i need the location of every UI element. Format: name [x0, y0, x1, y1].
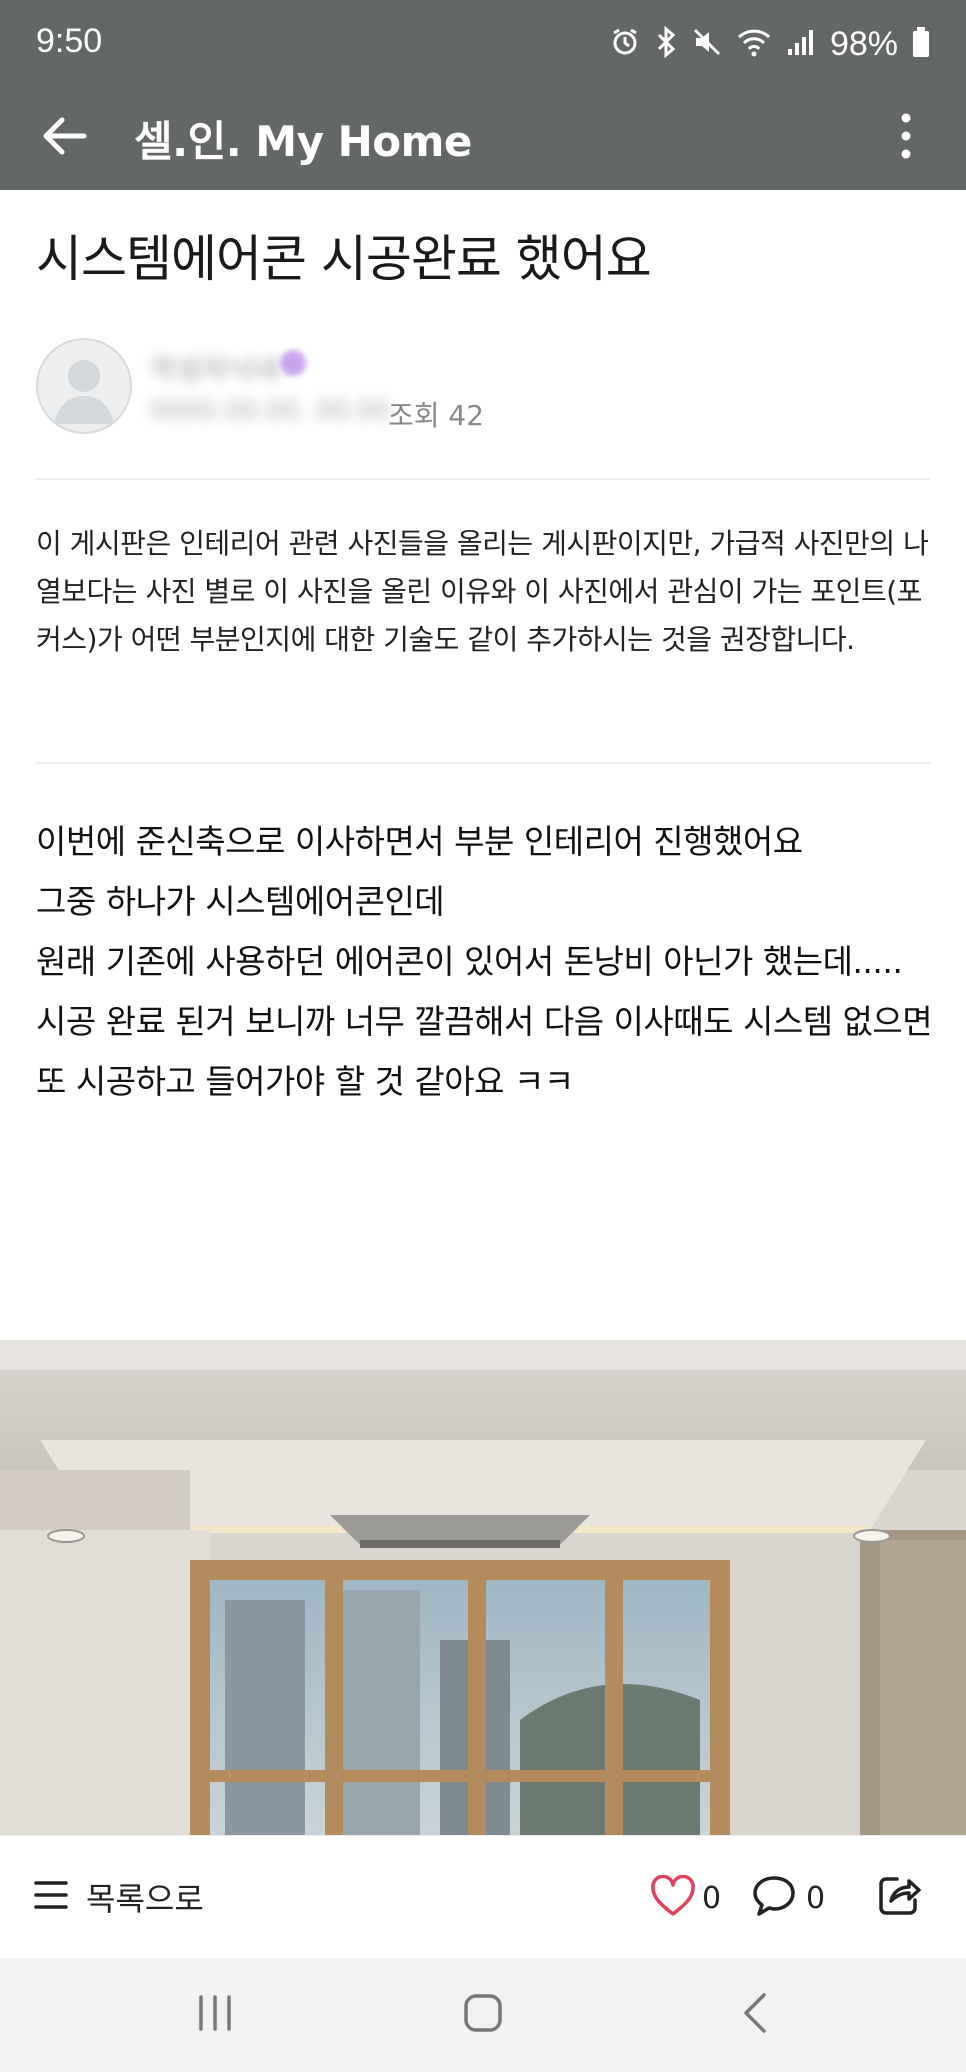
status-time: 9:50	[36, 22, 103, 60]
recent-apps-button[interactable]	[170, 1980, 260, 2050]
body-line: 이번에 준신축으로 이사하면서 부분 인테리어 진행했어요	[36, 822, 803, 861]
back-to-list-button[interactable]: 목록으로	[34, 1866, 204, 1928]
like-button[interactable]: 0	[650, 1868, 721, 1928]
back-button[interactable]	[30, 104, 98, 172]
menu-list-icon	[34, 1880, 68, 1914]
wifi-icon	[736, 27, 772, 61]
share-icon	[877, 1873, 923, 1921]
avatar[interactable]	[36, 338, 132, 434]
body-line: 그중 하나가 시스템에어콘인데	[36, 882, 445, 921]
nav-back-button[interactable]	[710, 1980, 800, 2050]
home-button[interactable]	[438, 1980, 528, 2050]
body-line: 또 시공하고 들어가야 할 것 같아요 ㅋㅋ	[36, 1062, 574, 1101]
author-name-blurred[interactable]: 작성자닉네	[150, 348, 279, 388]
like-count: 0	[702, 1880, 722, 1916]
share-button[interactable]	[872, 1866, 928, 1928]
divider	[36, 478, 930, 480]
bluetooth-icon	[654, 25, 678, 62]
default-avatar-icon	[54, 360, 114, 424]
bottom-action-bar: 목록으로 0 0	[0, 1835, 966, 1958]
view-count: 조회 42	[388, 399, 485, 432]
recent-apps-icon	[195, 1995, 235, 2035]
member-level-icon	[280, 350, 306, 376]
more-vertical-icon	[900, 112, 912, 164]
post-body: 이번에 준신축으로 이사하면서 부분 인테리어 진행했어요 그중 하나가 시스템…	[36, 812, 936, 1112]
divider	[36, 762, 930, 764]
app-title: 셀.인. My Home	[134, 117, 472, 166]
signal-icon	[786, 27, 816, 61]
post-content[interactable]: 시스템에어콘 시공완료 했어요 작성자닉네 0000.00.00. 00:00 …	[0, 190, 966, 1835]
status-bar: 9:50 98%	[0, 0, 966, 86]
alarm-icon	[610, 27, 640, 61]
post-date-blurred: 0000.00.00. 00:00	[150, 396, 391, 426]
mute-icon	[692, 27, 722, 61]
top-bar: 9:50 98% 셀.인. My Home	[0, 0, 966, 190]
comment-count: 0	[806, 1880, 826, 1916]
battery-icon	[912, 26, 930, 62]
system-nav-bar	[0, 1958, 966, 2072]
more-options-button[interactable]	[876, 104, 936, 172]
app-bar: 셀.인. My Home	[0, 86, 966, 190]
body-line: 시공 완료 된거 보니까 너무 깔끔해서 다음 이사때도 시스템 없으면	[36, 1002, 933, 1041]
status-icons: 98%	[610, 22, 930, 66]
comment-button[interactable]: 0	[752, 1868, 825, 1928]
post-title: 시스템에어콘 시공완료 했어요	[36, 230, 652, 288]
arrow-left-icon	[40, 116, 88, 160]
comment-bubble-icon	[752, 1875, 796, 1921]
back-nav-icon	[742, 1992, 768, 2038]
heart-icon	[650, 1874, 696, 1921]
author-info: 작성자닉네 0000.00.00. 00:00 조회 42	[36, 338, 936, 438]
back-to-list-label: 목록으로	[86, 1880, 204, 1918]
post-photo[interactable]	[0, 1340, 966, 1835]
home-icon	[463, 1993, 503, 2037]
board-notice: 이 게시판은 인테리어 관련 사진들을 올리는 게시판이지만, 가급적 사진만의…	[36, 527, 929, 656]
battery-level: 98%	[829, 24, 898, 63]
body-line: 원래 기존에 사용하던 에어콘이 있어서 돈낭비 아닌가 했는데.....	[36, 942, 903, 981]
